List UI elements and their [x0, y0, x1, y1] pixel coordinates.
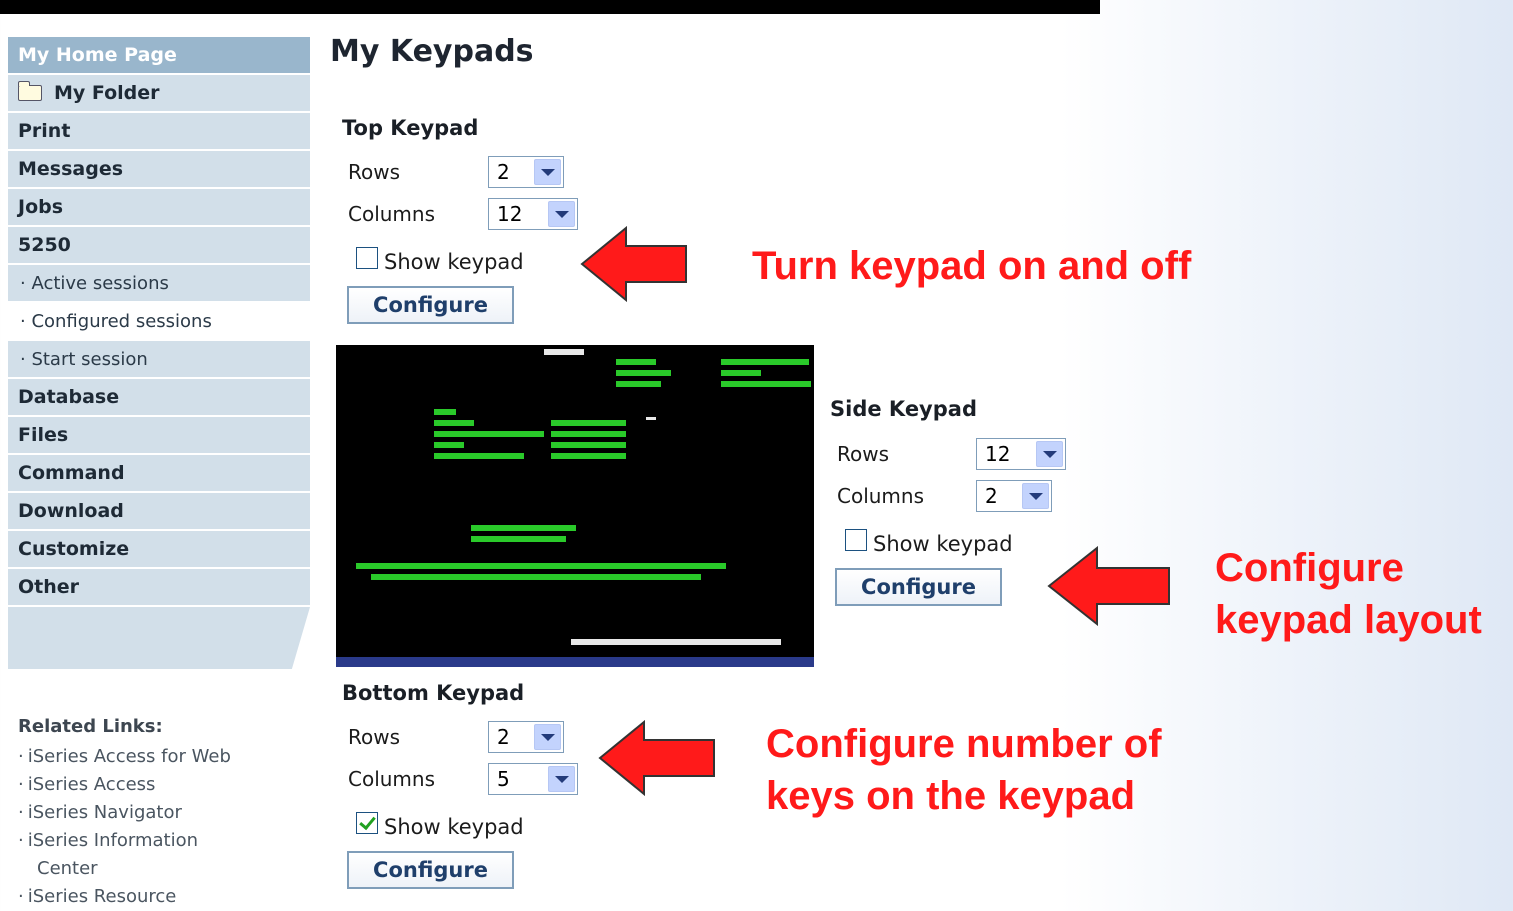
- bottom-configure-button[interactable]: Configure: [347, 851, 514, 889]
- top-rows-label: Rows: [348, 160, 401, 184]
- side-rows-label: Rows: [837, 442, 890, 466]
- annotation-keys-line2: keys on the keypad: [766, 774, 1136, 818]
- bottom-show-keypad-checkbox[interactable]: [356, 812, 378, 834]
- side-keypad-title: Side Keypad: [830, 397, 977, 421]
- bottom-rows-select[interactable]: 2: [488, 721, 564, 753]
- bottom-columns-select[interactable]: 5: [488, 763, 578, 795]
- sidebar-item-5250[interactable]: 5250: [8, 227, 310, 265]
- annotation-keys-line1: Configure number of: [766, 722, 1162, 766]
- sidebar-item-messages[interactable]: Messages: [8, 151, 310, 189]
- sidebar-item-download[interactable]: Download: [8, 493, 310, 531]
- bottom-rows-label: Rows: [348, 725, 401, 749]
- sidebar-footer: [8, 607, 310, 669]
- related-link[interactable]: · iSeries Resource: [18, 883, 231, 911]
- sidebar-item-database[interactable]: Database: [8, 379, 310, 417]
- annotation-layout-line1: Configure: [1215, 546, 1404, 590]
- sidebar-item-files[interactable]: Files: [8, 417, 310, 455]
- related-link[interactable]: · iSeries Navigator: [18, 799, 231, 827]
- sidebar-item-active-sessions[interactable]: · Active sessions: [8, 265, 310, 303]
- related-link[interactable]: · iSeries Access for Web: [18, 743, 231, 771]
- sidebar-item-jobs[interactable]: Jobs: [8, 189, 310, 227]
- related-links: Related Links: · iSeries Access for Web ·…: [18, 716, 231, 911]
- side-show-keypad-checkbox[interactable]: [845, 529, 867, 551]
- red-arrow-icon: [598, 720, 715, 796]
- sidebar-item-home[interactable]: My Home Page: [8, 37, 310, 75]
- top-show-keypad-checkbox[interactable]: [356, 247, 378, 269]
- red-arrow-icon: [1047, 546, 1170, 626]
- chevron-down-icon: [548, 766, 575, 792]
- sidebar-item-customize[interactable]: Customize: [8, 531, 310, 569]
- side-columns-label: Columns: [837, 484, 925, 508]
- red-arrow-icon: [580, 226, 687, 302]
- related-link[interactable]: · iSeries Information: [18, 827, 231, 855]
- top-rows-select[interactable]: 2: [488, 156, 564, 188]
- sidebar-item-my-folder[interactable]: My Folder: [8, 75, 310, 113]
- side-configure-button[interactable]: Configure: [835, 568, 1002, 606]
- session-screen-preview: [336, 345, 814, 667]
- top-columns-label: Columns: [348, 202, 436, 226]
- side-columns-select[interactable]: 2: [976, 480, 1052, 512]
- page-title: My Keypads: [330, 34, 534, 69]
- folder-icon: [17, 81, 42, 101]
- sidebar-nav: My Home Page My Folder Print Messages Jo…: [8, 37, 310, 669]
- sidebar-item-configured-sessions[interactable]: · Configured sessions: [8, 303, 310, 341]
- sidebar-item-other[interactable]: Other: [8, 569, 310, 607]
- sidebar-item-start-session[interactable]: · Start session: [8, 341, 310, 379]
- top-columns-select[interactable]: 12: [488, 198, 578, 230]
- bottom-keypad-title: Bottom Keypad: [342, 681, 525, 705]
- chevron-down-icon: [534, 159, 561, 185]
- bottom-columns-label: Columns: [348, 767, 436, 791]
- top-configure-button[interactable]: Configure: [347, 286, 514, 324]
- side-show-keypad[interactable]: Show keypad: [845, 529, 1013, 556]
- chevron-down-icon: [534, 724, 561, 750]
- bottom-show-keypad[interactable]: Show keypad: [356, 812, 524, 839]
- annotation-toggle: Turn keypad on and off: [752, 244, 1192, 288]
- related-link[interactable]: · iSeries Access: [18, 771, 231, 799]
- annotation-layout-line2: keypad layout: [1215, 598, 1482, 642]
- sidebar-item-command[interactable]: Command: [8, 455, 310, 493]
- related-links-title: Related Links:: [18, 716, 163, 737]
- top-show-keypad[interactable]: Show keypad: [356, 247, 524, 274]
- top-keypad-title: Top Keypad: [342, 116, 479, 140]
- sidebar-item-print[interactable]: Print: [8, 113, 310, 151]
- chevron-down-icon: [548, 201, 575, 227]
- chevron-down-icon: [1036, 441, 1063, 467]
- related-link-continued[interactable]: Center: [18, 855, 231, 883]
- chevron-down-icon: [1022, 483, 1049, 509]
- side-rows-select[interactable]: 12: [976, 438, 1066, 470]
- top-bar: [0, 0, 1100, 14]
